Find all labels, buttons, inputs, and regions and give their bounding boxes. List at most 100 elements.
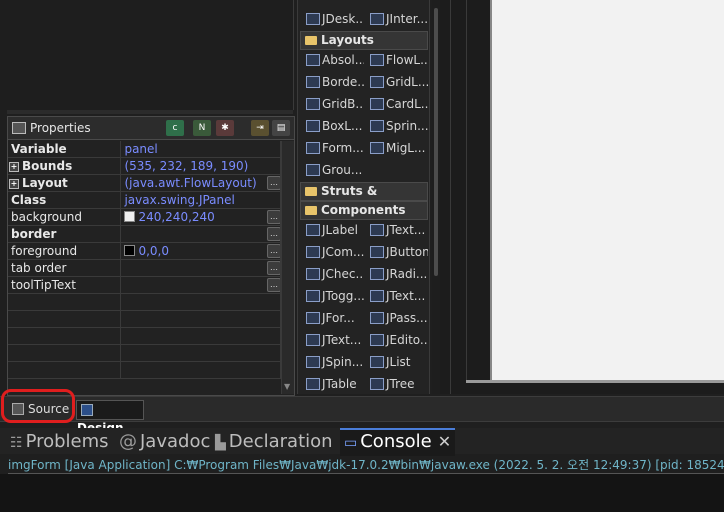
palette-item[interactable]: Sprin...	[364, 116, 428, 136]
edit-value-button[interactable]: …	[267, 244, 280, 258]
palette-item-label: JText...	[386, 223, 426, 237]
palette-item[interactable]: JTogg...	[300, 286, 364, 306]
property-value[interactable]: javax.swing.JPanel	[120, 191, 281, 209]
palette-item-label: FlowL...	[386, 53, 428, 67]
palette-item[interactable]: JEdito...	[364, 330, 428, 350]
property-value[interactable]	[120, 327, 281, 345]
property-row[interactable]	[8, 310, 281, 328]
property-row[interactable]: + Bounds (535, 232, 189, 190)	[8, 157, 281, 175]
property-name-label: foreground	[11, 244, 78, 258]
palette-item[interactable]: JChec...	[300, 264, 364, 284]
property-value[interactable]: 0,0,0…	[120, 242, 281, 260]
component-icon	[306, 378, 320, 390]
palette-item[interactable]: BoxL...	[300, 116, 364, 136]
tab-problems-label: Problems	[25, 431, 109, 452]
property-name: border	[8, 225, 122, 243]
palette-item[interactable]: JTable	[300, 374, 364, 394]
palette-item-label: JEdito...	[386, 333, 428, 347]
property-value[interactable]: …	[120, 225, 281, 243]
property-row[interactable]: + Layout (java.awt.FlowLayout)…	[8, 174, 281, 192]
palette-item[interactable]: JDesk...	[300, 9, 364, 29]
palette-item[interactable]: JTree	[364, 374, 428, 394]
palette-category[interactable]: Components	[300, 201, 428, 220]
property-row[interactable]: Class javax.swing.JPanel	[8, 191, 281, 209]
palette-item[interactable]: JFor...	[300, 308, 364, 328]
edit-value-button[interactable]: …	[267, 176, 280, 190]
palette-item[interactable]: Borde...	[300, 72, 364, 92]
property-row[interactable]	[8, 361, 281, 379]
property-row[interactable]: border …	[8, 225, 281, 243]
property-row[interactable]: background 240,240,240…	[8, 208, 281, 226]
expand-icon[interactable]: +	[9, 161, 19, 172]
palette-category[interactable]: Layouts	[300, 31, 428, 50]
properties-scrollbar[interactable]: ▼	[281, 141, 294, 394]
tab-console[interactable]: ▭ Console ✕	[340, 428, 456, 456]
property-row[interactable]: Variable panel	[8, 141, 281, 158]
palette-item[interactable]: FlowL...	[364, 50, 428, 70]
edit-value-button[interactable]: …	[267, 261, 280, 275]
palette-item[interactable]: CardL...	[364, 94, 428, 114]
property-value[interactable]	[120, 344, 281, 362]
palette-item[interactable]: GridL...	[364, 72, 428, 92]
panel-divider[interactable]	[7, 110, 293, 114]
edit-value-button[interactable]: …	[267, 278, 280, 292]
edit-value-button[interactable]: …	[267, 210, 280, 224]
property-value[interactable]: …	[120, 276, 281, 294]
property-name: foreground	[8, 242, 122, 260]
palette-item[interactable]: JLabel	[300, 220, 364, 240]
goto-code-icon[interactable]: ⇥	[251, 120, 269, 136]
close-icon[interactable]: ✕	[438, 432, 451, 451]
scrollbar-thumb[interactable]	[434, 8, 438, 276]
goto-definition-icon[interactable]: N	[193, 120, 211, 136]
palette-item-label: MigL...	[386, 141, 426, 155]
console-output[interactable]	[0, 474, 724, 512]
tab-problems[interactable]: ☷ Problems	[10, 430, 109, 454]
property-row[interactable]: toolTipText…	[8, 276, 281, 294]
property-value[interactable]: panel	[120, 141, 281, 158]
palette-item[interactable]: JText...	[364, 220, 428, 240]
palette-item[interactable]: Grou...	[300, 160, 364, 180]
property-row[interactable]: foreground 0,0,0…	[8, 242, 281, 260]
property-value[interactable]	[120, 293, 281, 311]
palette-category[interactable]: Struts & Springs	[300, 182, 428, 215]
property-row[interactable]	[8, 327, 281, 345]
property-value[interactable]	[120, 310, 281, 328]
palette-item[interactable]: MigL...	[364, 138, 428, 158]
tab-javadoc[interactable]: @ Javadoc	[119, 430, 210, 454]
property-row[interactable]	[8, 293, 281, 311]
design-tab[interactable]: Design	[76, 400, 144, 435]
content-panel[interactable]	[490, 0, 724, 380]
tab-declaration[interactable]: ▙ Declaration	[215, 430, 333, 454]
palette-item[interactable]: GridB...	[300, 94, 364, 114]
palette-item[interactable]: Form...	[300, 138, 364, 158]
palette-item[interactable]: JInter...	[364, 9, 428, 29]
palette-item-label: JText...	[386, 289, 426, 303]
show-events-icon[interactable]: c	[166, 120, 184, 136]
console-process-info: imgForm [Java Application] C:₩Program Fi…	[8, 458, 724, 472]
palette-item[interactable]: JSpin...	[300, 352, 364, 372]
palette-item[interactable]: JRadi...	[364, 264, 428, 284]
expand-icon[interactable]: +	[9, 178, 19, 189]
property-value[interactable]: …	[120, 259, 281, 277]
property-row[interactable]: tab order…	[8, 259, 281, 277]
property-value[interactable]: (java.awt.FlowLayout)…	[120, 174, 281, 192]
property-value[interactable]: (535, 232, 189, 190)	[120, 157, 281, 175]
palette-item[interactable]: JText...	[364, 286, 428, 306]
edit-value-button[interactable]: …	[267, 227, 280, 241]
menu-icon[interactable]: ▤	[272, 120, 290, 136]
palette-item[interactable]: Absol...	[300, 50, 364, 70]
palette-item[interactable]: JButton	[364, 242, 428, 262]
property-value[interactable]	[120, 361, 281, 379]
property-name: Variable	[8, 141, 122, 158]
structure-view	[0, 0, 294, 110]
frame-border	[466, 0, 467, 380]
palette-item[interactable]: JList	[364, 352, 428, 372]
palette-scrollbar[interactable]	[432, 0, 440, 394]
show-advanced-icon[interactable]: ✱	[216, 120, 234, 136]
palette-item[interactable]: JText...	[300, 330, 364, 350]
scroll-down-icon[interactable]: ▼	[284, 382, 290, 391]
property-value[interactable]: 240,240,240…	[120, 208, 281, 226]
property-row[interactable]	[8, 344, 281, 362]
palette-item[interactable]: JCom...	[300, 242, 364, 262]
palette-item[interactable]: JPass...	[364, 308, 428, 328]
